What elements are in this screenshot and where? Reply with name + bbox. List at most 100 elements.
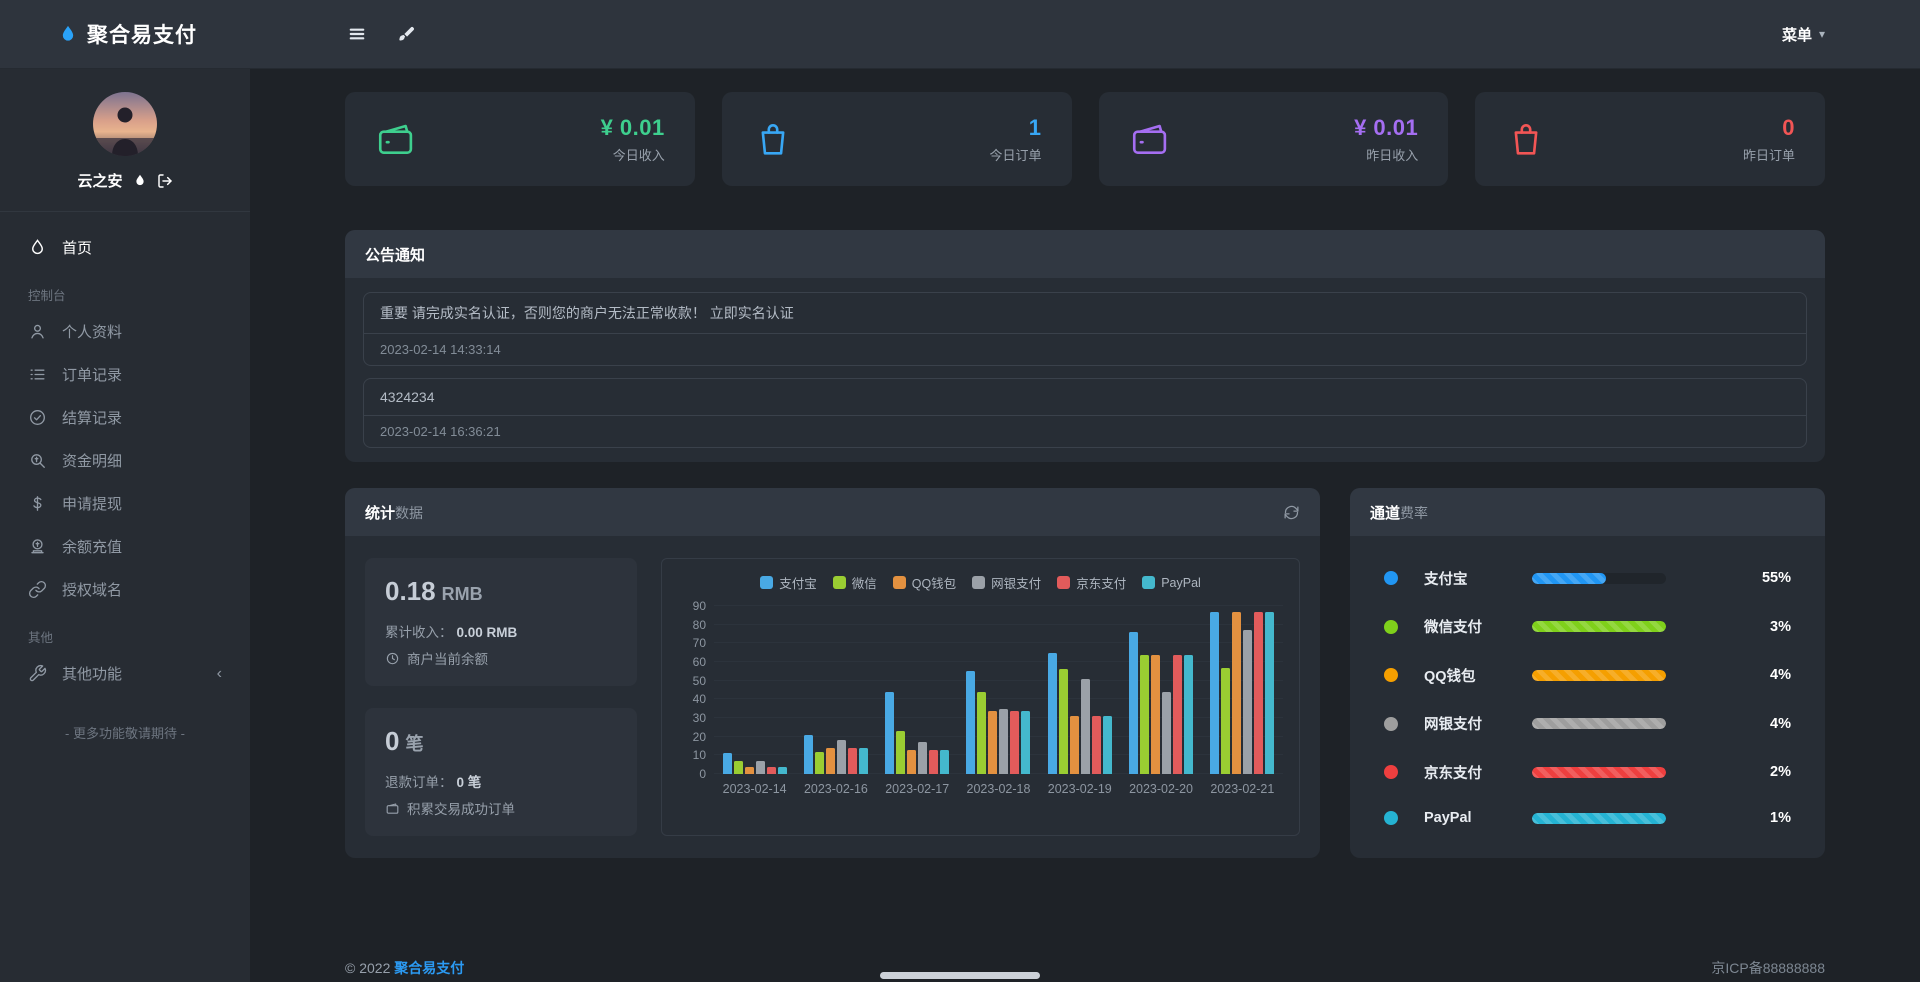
brush-icon[interactable] <box>397 25 416 44</box>
bar-PayPal[interactable] <box>1021 711 1030 774</box>
balance-caption: 商户当前余额 <box>407 648 488 668</box>
bar-微信[interactable] <box>1140 655 1149 774</box>
bar-微信[interactable] <box>1221 668 1230 774</box>
bar-支付宝[interactable] <box>966 671 975 774</box>
sidebar-item-funds[interactable]: 资金明细 <box>0 439 250 482</box>
y-axis-label: 40 <box>678 692 706 706</box>
bar-QQ钱包[interactable] <box>1151 655 1160 774</box>
top-navbar: 聚合易支付 菜单 ▾ <box>0 0 1920 69</box>
announcement-text[interactable]: 重要 请完成实名认证，否则您的商户无法正常收款！ 立即实名认证 <box>364 293 1806 334</box>
channel-rate-value: 4% <box>1770 716 1791 732</box>
bar-PayPal[interactable] <box>940 750 949 774</box>
bar-支付宝[interactable] <box>804 735 813 774</box>
horizontal-scrollbar-thumb[interactable] <box>880 972 1040 979</box>
bar-QQ钱包[interactable] <box>1070 716 1079 774</box>
bar-PayPal[interactable] <box>1103 716 1112 774</box>
y-axis-label: 30 <box>678 711 706 725</box>
sidebar-item-withdraw[interactable]: 申请提现 <box>0 482 250 525</box>
bar-支付宝[interactable] <box>1048 653 1057 774</box>
legend-item-微信[interactable]: 微信 <box>833 573 877 592</box>
sidebar-item-orders[interactable]: 订单记录 <box>0 353 250 396</box>
y-axis-label: 0 <box>678 767 706 781</box>
refresh-icon[interactable] <box>1283 504 1300 521</box>
logout-icon[interactable] <box>157 173 173 189</box>
brand[interactable]: 聚合易支付 <box>0 19 250 49</box>
bar-京东支付[interactable] <box>848 748 857 774</box>
bar-QQ钱包[interactable] <box>1232 612 1241 774</box>
announcement-text[interactable]: 4324234 <box>364 379 1806 416</box>
bar-PayPal[interactable] <box>778 767 787 774</box>
bar-网银支付[interactable] <box>1081 679 1090 774</box>
channel-row-alipay: 支付宝55% <box>1384 568 1791 589</box>
menu-dropdown[interactable]: 菜单 ▾ <box>1782 24 1825 45</box>
bar-京东支付[interactable] <box>1092 716 1101 774</box>
hamburger-icon[interactable] <box>347 24 367 44</box>
bar-网银支付[interactable] <box>1162 692 1171 774</box>
bar-京东支付[interactable] <box>1254 612 1263 774</box>
bar-QQ钱包[interactable] <box>907 750 916 774</box>
avatar[interactable] <box>93 92 157 156</box>
link-icon <box>28 580 47 599</box>
bar-微信[interactable] <box>734 761 743 774</box>
wallet-icon <box>1129 118 1171 160</box>
footer-brand-link[interactable]: 聚合易支付 <box>394 960 464 976</box>
bar-京东支付[interactable] <box>767 767 776 774</box>
legend-item-京东支付[interactable]: 京东支付 <box>1057 573 1126 592</box>
bar-网银支付[interactable] <box>837 740 846 774</box>
bar-支付宝[interactable] <box>885 692 894 774</box>
bar-京东支付[interactable] <box>1010 711 1019 774</box>
sidebar-item-domains[interactable]: 授权域名 <box>0 568 250 611</box>
bar-PayPal[interactable] <box>1184 655 1193 774</box>
announcement-item[interactable]: 4324234 2023-02-14 16:36:21 <box>363 378 1807 448</box>
stat-label: 今日收入 <box>601 145 665 164</box>
legend-label: PayPal <box>1161 576 1201 590</box>
sidebar-item-other-功能[interactable]: 其他功能 ‹ <box>0 652 250 695</box>
bar-支付宝[interactable] <box>723 753 732 774</box>
bar-PayPal[interactable] <box>1265 612 1274 774</box>
bar-京东支付[interactable] <box>929 750 938 774</box>
bar-网银支付[interactable] <box>1243 630 1252 774</box>
channel-rates-title: 通道 <box>1370 505 1400 522</box>
stat-value: ¥ 0.01 <box>601 115 665 141</box>
y-axis-label: 60 <box>678 655 706 669</box>
channel-rate-value: 2% <box>1770 764 1791 780</box>
sidebar-item-settlement[interactable]: 结算记录 <box>0 396 250 439</box>
bar-微信[interactable] <box>896 731 905 774</box>
stat-value: 0 <box>1743 115 1795 141</box>
bar-京东支付[interactable] <box>1173 655 1182 774</box>
y-axis-label: 50 <box>678 674 706 688</box>
sidebar-item-home[interactable]: 首页 <box>0 226 250 269</box>
bar-微信[interactable] <box>977 692 986 774</box>
legend-item-网银支付[interactable]: 网银支付 <box>972 573 1041 592</box>
legend-item-QQ钱包[interactable]: QQ钱包 <box>893 573 956 592</box>
bar-支付宝[interactable] <box>1129 632 1138 774</box>
balance-line-label: 累计收入： <box>385 625 453 640</box>
bar-QQ钱包[interactable] <box>988 711 997 774</box>
x-axis-label: 2023-02-21 <box>1210 782 1274 796</box>
bar-网银支付[interactable] <box>756 761 765 774</box>
bar-QQ钱包[interactable] <box>826 748 835 774</box>
announcements-title: 公告通知 <box>365 244 425 265</box>
announcement-time: 2023-02-14 14:33:14 <box>364 334 1806 365</box>
sidebar-item-recharge[interactable]: 余额充值 <box>0 525 250 568</box>
legend-item-PayPal[interactable]: PayPal <box>1142 573 1201 592</box>
legend-label: 支付宝 <box>779 573 817 592</box>
bar-微信[interactable] <box>815 752 824 774</box>
droplet-icon <box>133 173 147 188</box>
bar-PayPal[interactable] <box>859 748 868 774</box>
bar-网银支付[interactable] <box>999 709 1008 774</box>
bar-QQ钱包[interactable] <box>745 767 754 774</box>
stat-label: 昨日订单 <box>1743 145 1795 164</box>
channel-row-qq: QQ钱包4% <box>1384 665 1791 686</box>
bar-微信[interactable] <box>1059 669 1068 774</box>
bar-网银支付[interactable] <box>918 742 927 774</box>
sidebar-item-profile[interactable]: 个人资料 <box>0 310 250 353</box>
stat-card-yesterday-income: ¥ 0.01昨日收入 <box>1099 92 1449 186</box>
bar-group <box>885 606 949 774</box>
channel-rates-header: 通道费率 <box>1350 488 1825 536</box>
legend-label: 微信 <box>852 573 877 592</box>
legend-item-支付宝[interactable]: 支付宝 <box>760 573 817 592</box>
bar-支付宝[interactable] <box>1210 612 1219 774</box>
announcement-item[interactable]: 重要 请完成实名认证，否则您的商户无法正常收款！ 立即实名认证 2023-02-… <box>363 292 1807 366</box>
sidebar-console-items: 个人资料订单记录结算记录资金明细申请提现余额充值授权域名 <box>0 310 250 611</box>
